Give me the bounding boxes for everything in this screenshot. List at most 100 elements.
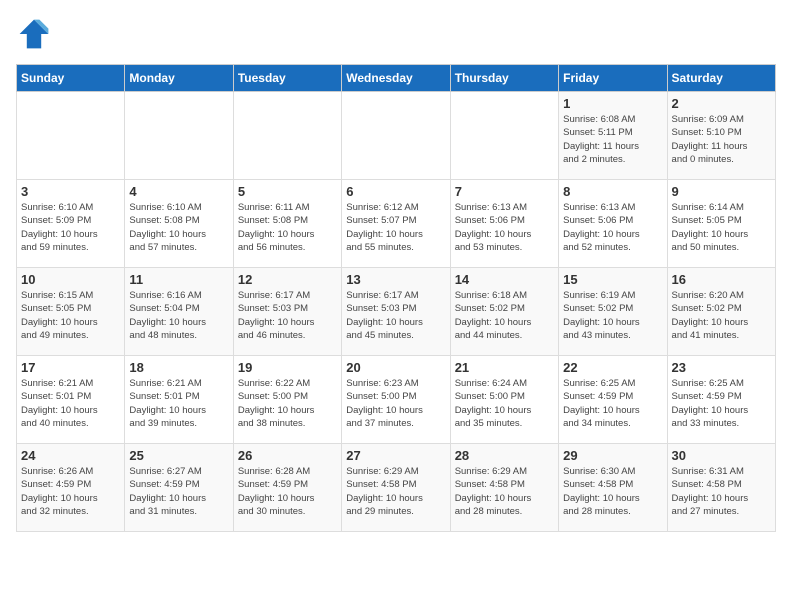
- day-info: Sunrise: 6:28 AM Sunset: 4:59 PM Dayligh…: [238, 465, 337, 518]
- day-cell: 19 Sunrise: 6:22 AM Sunset: 5:00 PM Dayli…: [233, 356, 341, 444]
- logo-icon: [16, 16, 52, 52]
- day-cell: 6 Sunrise: 6:12 AM Sunset: 5:07 PM Daylig…: [342, 180, 450, 268]
- weekday-header-tuesday: Tuesday: [233, 65, 341, 92]
- day-cell: 1 Sunrise: 6:08 AM Sunset: 5:11 PM Daylig…: [559, 92, 667, 180]
- day-cell: 22 Sunrise: 6:25 AM Sunset: 4:59 PM Dayli…: [559, 356, 667, 444]
- day-cell: [17, 92, 125, 180]
- day-number: 15: [563, 272, 662, 287]
- day-number: 13: [346, 272, 445, 287]
- day-number: 29: [563, 448, 662, 463]
- day-cell: 11 Sunrise: 6:16 AM Sunset: 5:04 PM Dayli…: [125, 268, 233, 356]
- day-info: Sunrise: 6:25 AM Sunset: 4:59 PM Dayligh…: [563, 377, 662, 430]
- weekday-header-thursday: Thursday: [450, 65, 558, 92]
- day-number: 26: [238, 448, 337, 463]
- day-info: Sunrise: 6:24 AM Sunset: 5:00 PM Dayligh…: [455, 377, 554, 430]
- day-cell: 18 Sunrise: 6:21 AM Sunset: 5:01 PM Dayli…: [125, 356, 233, 444]
- day-number: 12: [238, 272, 337, 287]
- day-info: Sunrise: 6:17 AM Sunset: 5:03 PM Dayligh…: [238, 289, 337, 342]
- header-row: SundayMondayTuesdayWednesdayThursdayFrid…: [17, 65, 776, 92]
- day-info: Sunrise: 6:21 AM Sunset: 5:01 PM Dayligh…: [129, 377, 228, 430]
- day-cell: 24 Sunrise: 6:26 AM Sunset: 4:59 PM Dayli…: [17, 444, 125, 532]
- day-number: 6: [346, 184, 445, 199]
- day-number: 1: [563, 96, 662, 111]
- day-number: 14: [455, 272, 554, 287]
- week-row-4: 17 Sunrise: 6:21 AM Sunset: 5:01 PM Dayli…: [17, 356, 776, 444]
- day-info: Sunrise: 6:19 AM Sunset: 5:02 PM Dayligh…: [563, 289, 662, 342]
- day-info: Sunrise: 6:25 AM Sunset: 4:59 PM Dayligh…: [672, 377, 771, 430]
- day-number: 20: [346, 360, 445, 375]
- day-number: 7: [455, 184, 554, 199]
- weekday-header-sunday: Sunday: [17, 65, 125, 92]
- day-number: 17: [21, 360, 120, 375]
- day-info: Sunrise: 6:11 AM Sunset: 5:08 PM Dayligh…: [238, 201, 337, 254]
- day-info: Sunrise: 6:17 AM Sunset: 5:03 PM Dayligh…: [346, 289, 445, 342]
- day-cell: 30Sunrise: 6:31 AM Sunset: 4:58 PM Dayli…: [667, 444, 775, 532]
- day-number: 8: [563, 184, 662, 199]
- day-number: 25: [129, 448, 228, 463]
- day-info: Sunrise: 6:27 AM Sunset: 4:59 PM Dayligh…: [129, 465, 228, 518]
- day-info: Sunrise: 6:20 AM Sunset: 5:02 PM Dayligh…: [672, 289, 771, 342]
- day-number: 21: [455, 360, 554, 375]
- day-cell: 25 Sunrise: 6:27 AM Sunset: 4:59 PM Dayli…: [125, 444, 233, 532]
- day-cell: 10Sunrise: 6:15 AM Sunset: 5:05 PM Dayli…: [17, 268, 125, 356]
- logo: [16, 16, 56, 52]
- page-header: [16, 16, 776, 52]
- day-cell: 26 Sunrise: 6:28 AM Sunset: 4:59 PM Dayli…: [233, 444, 341, 532]
- day-cell: [450, 92, 558, 180]
- day-info: Sunrise: 6:09 AM Sunset: 5:10 PM Dayligh…: [672, 113, 771, 166]
- weekday-header-friday: Friday: [559, 65, 667, 92]
- day-info: Sunrise: 6:08 AM Sunset: 5:11 PM Dayligh…: [563, 113, 662, 166]
- day-cell: 17Sunrise: 6:21 AM Sunset: 5:01 PM Dayli…: [17, 356, 125, 444]
- day-cell: 14 Sunrise: 6:18 AM Sunset: 5:02 PM Dayli…: [450, 268, 558, 356]
- day-info: Sunrise: 6:29 AM Sunset: 4:58 PM Dayligh…: [346, 465, 445, 518]
- day-cell: 2 Sunrise: 6:09 AM Sunset: 5:10 PM Daylig…: [667, 92, 775, 180]
- day-cell: [233, 92, 341, 180]
- week-row-1: 1 Sunrise: 6:08 AM Sunset: 5:11 PM Daylig…: [17, 92, 776, 180]
- day-cell: 4 Sunrise: 6:10 AM Sunset: 5:08 PM Daylig…: [125, 180, 233, 268]
- weekday-header-monday: Monday: [125, 65, 233, 92]
- day-number: 4: [129, 184, 228, 199]
- day-cell: 29 Sunrise: 6:30 AM Sunset: 4:58 PM Dayli…: [559, 444, 667, 532]
- day-cell: 27Sunrise: 6:29 AM Sunset: 4:58 PM Dayli…: [342, 444, 450, 532]
- day-info: Sunrise: 6:13 AM Sunset: 5:06 PM Dayligh…: [455, 201, 554, 254]
- day-number: 11: [129, 272, 228, 287]
- day-number: 9: [672, 184, 771, 199]
- day-cell: [342, 92, 450, 180]
- day-number: 28: [455, 448, 554, 463]
- day-number: 22: [563, 360, 662, 375]
- day-cell: 15 Sunrise: 6:19 AM Sunset: 5:02 PM Dayli…: [559, 268, 667, 356]
- day-info: Sunrise: 6:13 AM Sunset: 5:06 PM Dayligh…: [563, 201, 662, 254]
- day-number: 19: [238, 360, 337, 375]
- week-row-3: 10Sunrise: 6:15 AM Sunset: 5:05 PM Dayli…: [17, 268, 776, 356]
- day-cell: 3Sunrise: 6:10 AM Sunset: 5:09 PM Daylig…: [17, 180, 125, 268]
- day-info: Sunrise: 6:22 AM Sunset: 5:00 PM Dayligh…: [238, 377, 337, 430]
- day-cell: 21 Sunrise: 6:24 AM Sunset: 5:00 PM Dayli…: [450, 356, 558, 444]
- day-number: 24: [21, 448, 120, 463]
- day-info: Sunrise: 6:26 AM Sunset: 4:59 PM Dayligh…: [21, 465, 120, 518]
- day-info: Sunrise: 6:30 AM Sunset: 4:58 PM Dayligh…: [563, 465, 662, 518]
- day-number: 18: [129, 360, 228, 375]
- day-info: Sunrise: 6:18 AM Sunset: 5:02 PM Dayligh…: [455, 289, 554, 342]
- weekday-header-wednesday: Wednesday: [342, 65, 450, 92]
- day-number: 2: [672, 96, 771, 111]
- day-cell: 20 Sunrise: 6:23 AM Sunset: 5:00 PM Dayli…: [342, 356, 450, 444]
- week-row-5: 24 Sunrise: 6:26 AM Sunset: 4:59 PM Dayli…: [17, 444, 776, 532]
- day-info: Sunrise: 6:16 AM Sunset: 5:04 PM Dayligh…: [129, 289, 228, 342]
- day-number: 5: [238, 184, 337, 199]
- day-cell: 23 Sunrise: 6:25 AM Sunset: 4:59 PM Dayli…: [667, 356, 775, 444]
- day-number: 10: [21, 272, 120, 287]
- day-cell: 8 Sunrise: 6:13 AM Sunset: 5:06 PM Daylig…: [559, 180, 667, 268]
- day-info: Sunrise: 6:23 AM Sunset: 5:00 PM Dayligh…: [346, 377, 445, 430]
- day-cell: 28 Sunrise: 6:29 AM Sunset: 4:58 PM Dayli…: [450, 444, 558, 532]
- day-info: Sunrise: 6:31 AM Sunset: 4:58 PM Dayligh…: [672, 465, 771, 518]
- day-cell: 9Sunrise: 6:14 AM Sunset: 5:05 PM Daylig…: [667, 180, 775, 268]
- day-number: 16: [672, 272, 771, 287]
- day-info: Sunrise: 6:10 AM Sunset: 5:08 PM Dayligh…: [129, 201, 228, 254]
- day-info: Sunrise: 6:12 AM Sunset: 5:07 PM Dayligh…: [346, 201, 445, 254]
- day-cell: 5 Sunrise: 6:11 AM Sunset: 5:08 PM Daylig…: [233, 180, 341, 268]
- day-info: Sunrise: 6:10 AM Sunset: 5:09 PM Dayligh…: [21, 201, 120, 254]
- day-info: Sunrise: 6:29 AM Sunset: 4:58 PM Dayligh…: [455, 465, 554, 518]
- day-cell: 12 Sunrise: 6:17 AM Sunset: 5:03 PM Dayli…: [233, 268, 341, 356]
- day-number: 23: [672, 360, 771, 375]
- day-cell: [125, 92, 233, 180]
